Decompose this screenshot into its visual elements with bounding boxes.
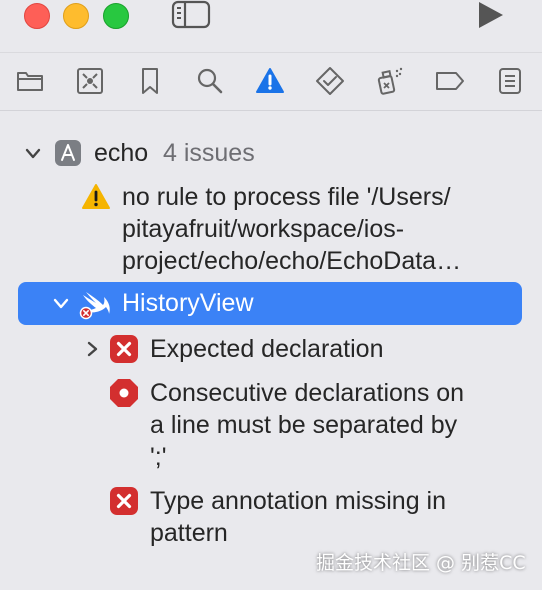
error-message-line-2: pattern xyxy=(150,519,228,547)
play-icon xyxy=(479,2,503,28)
sidebar-icon xyxy=(171,0,211,29)
report-list-icon xyxy=(499,68,521,94)
navigator-tab-bar xyxy=(0,62,542,100)
project-name: echo xyxy=(94,139,149,167)
chevron-down-icon[interactable] xyxy=(24,145,42,163)
error-issue-row[interactable]: Type annotation missing in pattern xyxy=(0,485,542,551)
warning-line-1: no rule to process file '/Users/ xyxy=(122,183,451,211)
error-x-icon xyxy=(110,335,138,363)
debug-spray-icon xyxy=(377,67,403,95)
folder-icon xyxy=(17,72,43,91)
file-name: HistoryView xyxy=(122,289,254,317)
run-button[interactable] xyxy=(474,0,506,30)
bookmark-icon xyxy=(142,68,158,94)
tab-source-control[interactable] xyxy=(73,62,107,100)
error-x-icon xyxy=(110,487,138,515)
tab-breakpoint-navigator[interactable] xyxy=(433,62,467,100)
warning-triangle-icon xyxy=(256,68,284,93)
chevron-down-icon[interactable] xyxy=(52,295,70,313)
error-issue-row[interactable]: Consecutive declarations on a line must … xyxy=(0,377,542,477)
issue-count: 4 issues xyxy=(163,139,255,167)
error-message-line-1: Type annotation missing in xyxy=(150,487,447,515)
test-diamond-icon xyxy=(316,67,344,95)
error-message-line-3: ';' xyxy=(150,443,167,471)
project-row[interactable]: echo 4 issues xyxy=(0,136,542,172)
tab-test-navigator[interactable] xyxy=(313,62,347,100)
minimize-window-button[interactable] xyxy=(63,3,89,29)
error-message-line-1: Consecutive declarations on xyxy=(150,379,465,407)
chevron-right-icon[interactable] xyxy=(83,340,101,358)
tab-bookmarks[interactable] xyxy=(133,62,167,100)
error-stop-icon xyxy=(110,379,138,407)
breakpoint-tag-icon xyxy=(436,72,464,90)
app-target-icon xyxy=(55,140,81,166)
warning-line-3: project/echo/echo/EchoData… xyxy=(122,247,462,275)
toolbar-divider xyxy=(0,52,542,53)
watermark: 掘金技术社区 @ 别惹CC xyxy=(316,552,526,574)
navigator-divider xyxy=(0,110,542,111)
warning-icon xyxy=(82,184,110,209)
swift-file-icon xyxy=(79,292,110,320)
tab-issue-navigator[interactable] xyxy=(253,62,287,100)
error-issue-row[interactable]: Expected declaration xyxy=(0,333,542,367)
sidebar-toggle-button[interactable] xyxy=(170,0,212,30)
source-control-icon xyxy=(77,68,103,94)
zoom-window-button[interactable] xyxy=(103,3,129,29)
error-message-line-2: a line must be separated by xyxy=(150,411,458,439)
search-icon xyxy=(197,68,223,94)
tab-report-navigator[interactable] xyxy=(493,62,527,100)
warning-line-2: pitayafruit/workspace/ios- xyxy=(122,215,405,243)
file-row-selected[interactable]: HistoryView xyxy=(18,282,522,325)
tab-debug-navigator[interactable] xyxy=(373,62,407,100)
tab-find[interactable] xyxy=(193,62,227,100)
window-titlebar xyxy=(0,0,542,32)
error-message: Expected declaration xyxy=(150,335,384,363)
close-window-button[interactable] xyxy=(24,3,50,29)
warning-issue-row[interactable]: no rule to process file '/Users/ pitayaf… xyxy=(0,180,542,280)
tab-project-navigator[interactable] xyxy=(13,62,47,100)
